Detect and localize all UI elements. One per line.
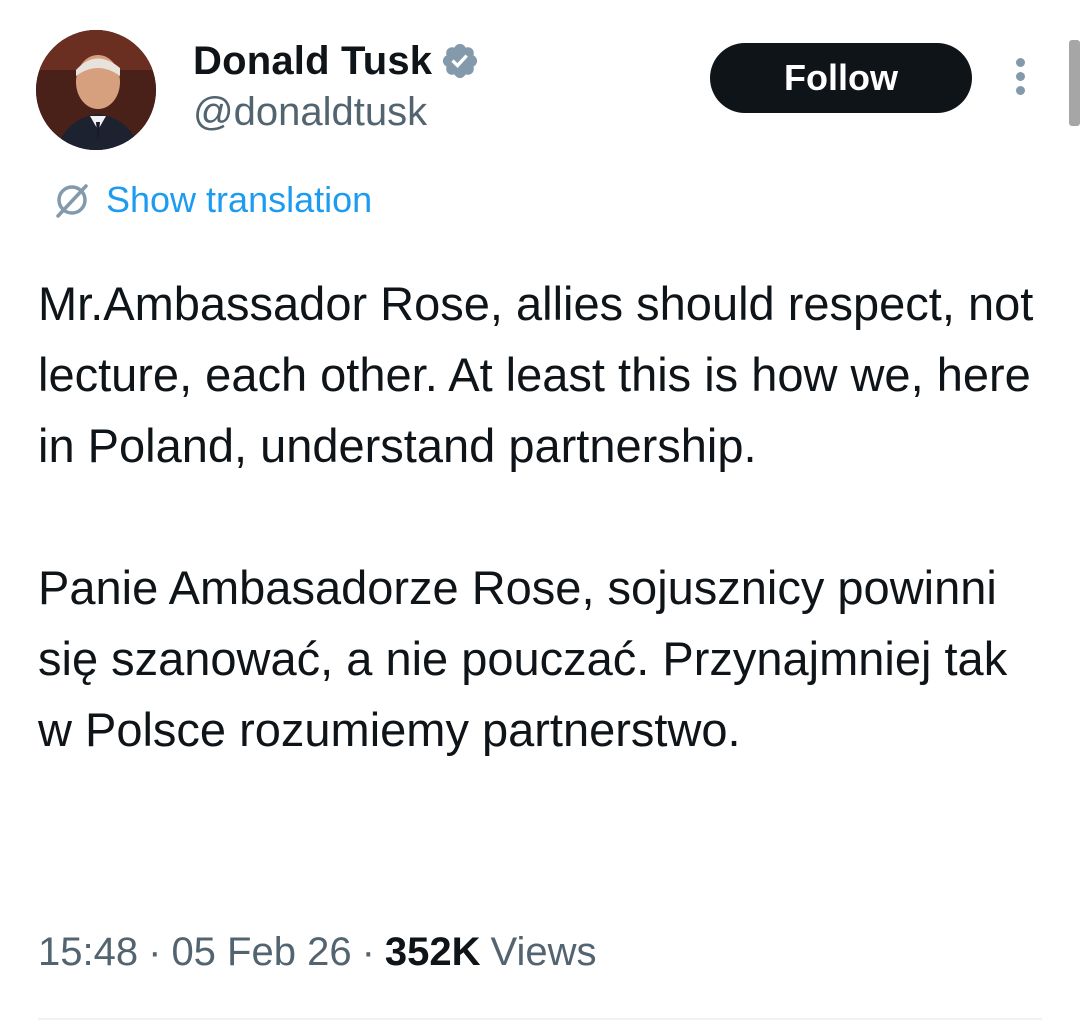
scrollbar[interactable]	[1069, 40, 1080, 126]
more-vertical-icon[interactable]	[1008, 58, 1032, 100]
show-translation-link[interactable]: Show translation	[50, 178, 372, 222]
follow-button[interactable]: Follow	[710, 43, 972, 113]
tweet-text: Mr.Ambassador Rose, allies should respec…	[38, 277, 1034, 756]
avatar-photo	[36, 30, 156, 150]
verified-badge-icon	[443, 43, 478, 79]
divider	[38, 1018, 1042, 1020]
author-name-row: Donald Tusk	[193, 38, 480, 84]
avatar[interactable]	[36, 30, 156, 150]
translate-globe-icon	[56, 184, 88, 218]
views-label[interactable]: Views	[491, 930, 597, 975]
tweet-date[interactable]: 05 Feb 26	[171, 930, 351, 975]
views-count[interactable]: 352K	[385, 930, 481, 975]
author-handle[interactable]: @donaldtusk	[193, 90, 427, 135]
meta-separator: ·	[361, 930, 375, 974]
author-name[interactable]: Donald Tusk	[193, 39, 432, 84]
tweet-time[interactable]: 15:48	[38, 930, 138, 975]
show-translation-label: Show translation	[106, 179, 373, 220]
meta-separator: ·	[148, 930, 162, 974]
tweet-meta: 15:48 · 05 Feb 26 · 352K Views	[38, 930, 597, 975]
